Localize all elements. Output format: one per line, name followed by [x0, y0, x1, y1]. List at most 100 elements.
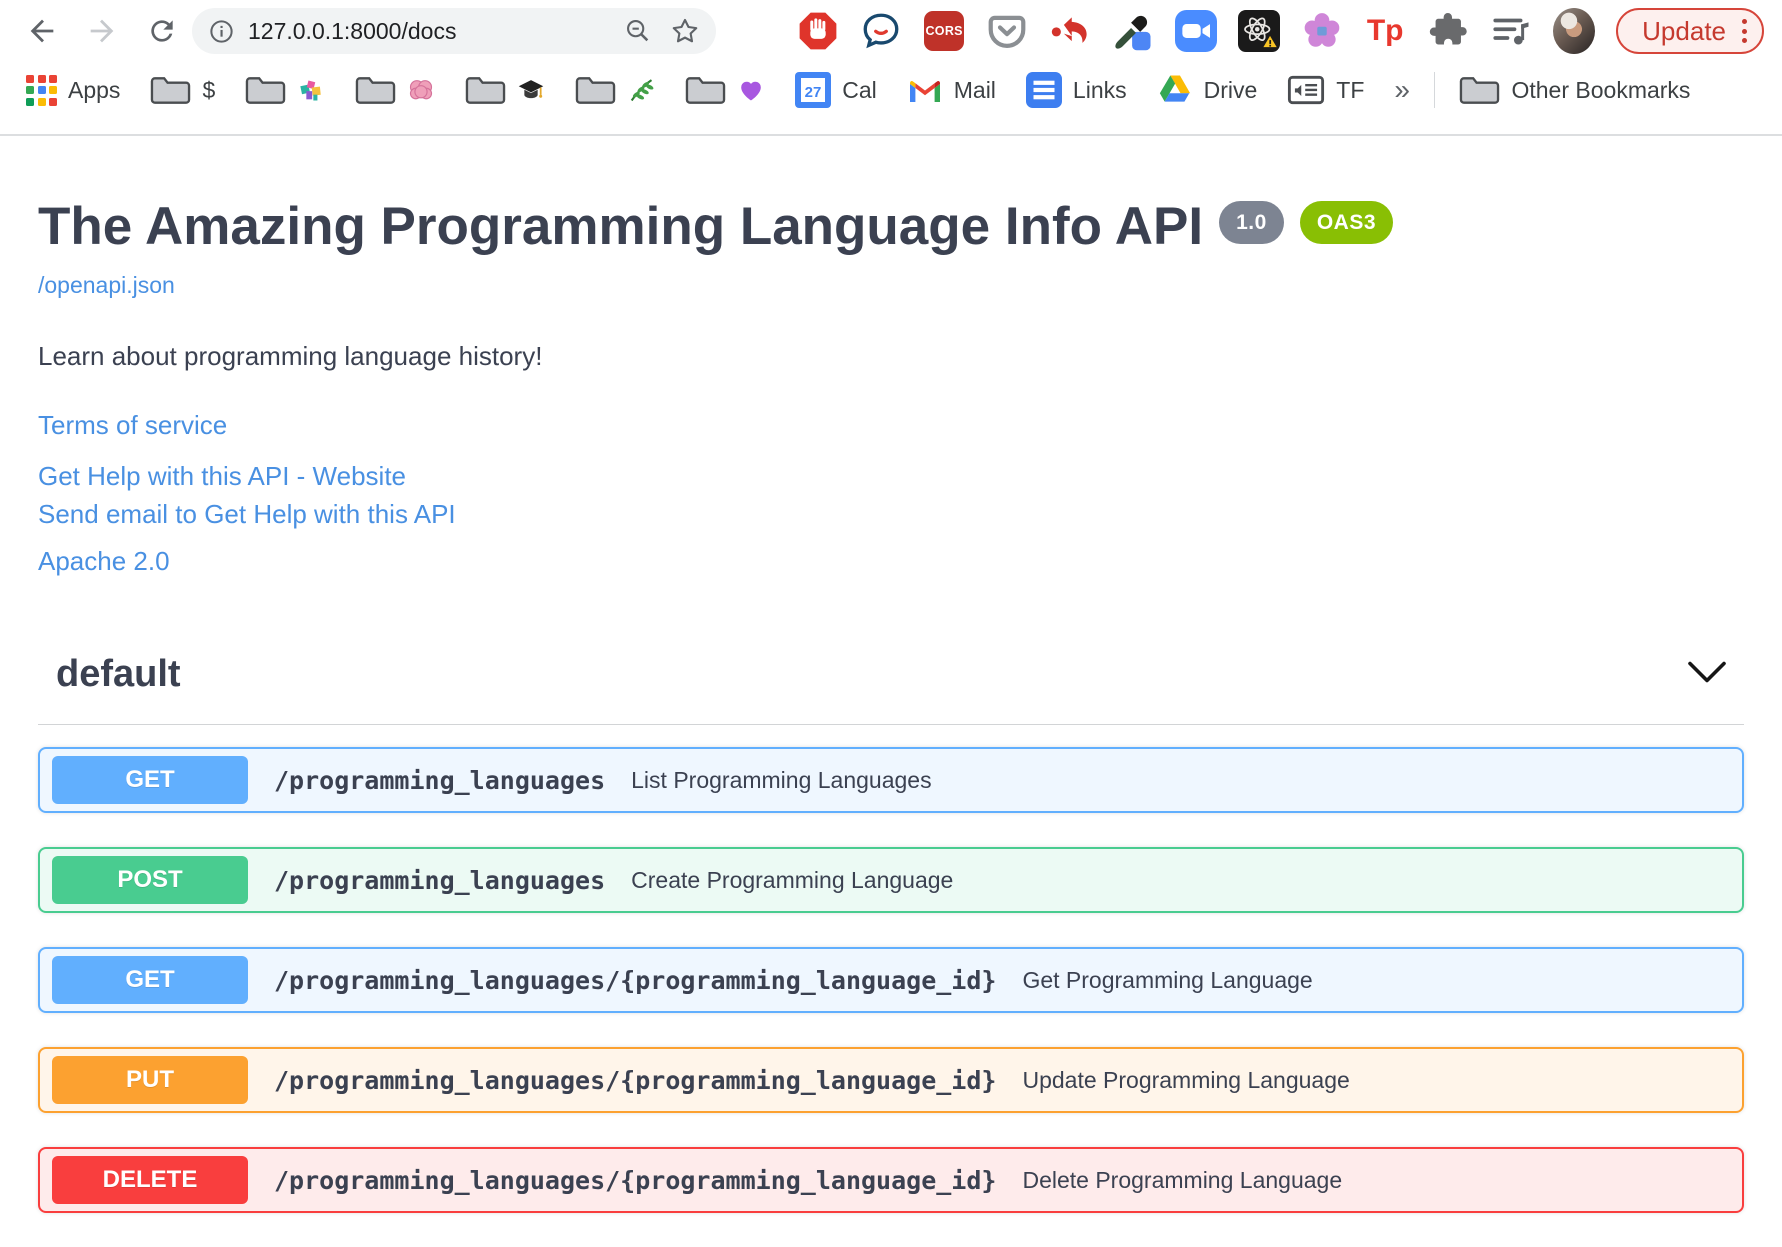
- bookmark-folder-graduation[interactable]: [465, 74, 545, 106]
- other-bookmarks[interactable]: Other Bookmarks: [1459, 74, 1690, 106]
- playlist-icon[interactable]: [1490, 10, 1532, 52]
- swagger-ui: The Amazing Programming Language Info AP…: [0, 135, 1782, 1247]
- folder-icon: [246, 77, 286, 104]
- cors-extension-icon[interactable]: CORS: [923, 10, 965, 52]
- operation-row[interactable]: GET /programming_languages/{programming_…: [38, 947, 1744, 1014]
- bookmark-apps[interactable]: Apps: [26, 74, 120, 106]
- update-label: Update: [1642, 15, 1726, 46]
- gmail-icon: [909, 81, 940, 102]
- purple-heart-icon: [741, 81, 762, 101]
- bookmark-folder-brain[interactable]: [355, 74, 435, 106]
- openapi-spec-link[interactable]: /openapi.json: [38, 272, 175, 299]
- method-badge: POST: [52, 856, 248, 905]
- tp-label: Tp: [1366, 14, 1404, 47]
- tag-section-header[interactable]: default: [38, 653, 1744, 726]
- stop-hand-extension-icon[interactable]: [797, 10, 839, 52]
- back-button[interactable]: [24, 13, 60, 49]
- update-button[interactable]: Update: [1616, 8, 1764, 54]
- herb-icon: [631, 79, 654, 102]
- info-icon[interactable]: [208, 18, 235, 45]
- puzzle-extensions-icon[interactable]: [1427, 10, 1469, 52]
- operation-summary: Delete Programming Language: [1022, 1166, 1343, 1193]
- operation-summary: List Programming Languages: [631, 766, 932, 793]
- address-bar[interactable]: 127.0.0.1:8000/docs: [192, 8, 716, 54]
- reload-button[interactable]: [144, 13, 180, 49]
- bookmark-drive[interactable]: Drive: [1157, 74, 1257, 106]
- method-badge: PUT: [52, 1056, 248, 1105]
- folder-icon: [1460, 77, 1500, 104]
- tf-card-icon: [1288, 75, 1325, 105]
- bookmarks-divider: [1433, 72, 1436, 108]
- chevron-down-icon: [1688, 661, 1726, 683]
- operation-path: /programming_languages/{programming_lang…: [274, 1065, 997, 1095]
- operation-row[interactable]: DELETE /programming_languages/{programmi…: [38, 1147, 1744, 1214]
- svg-text:27: 27: [805, 84, 822, 101]
- page-title: The Amazing Programming Language Info AP…: [38, 195, 1744, 259]
- forward-icon: [90, 19, 114, 43]
- operation-path: /programming_languages: [274, 865, 606, 895]
- google-calendar-icon: 27: [795, 72, 832, 108]
- operation-row[interactable]: POST /programming_languages Create Progr…: [38, 847, 1744, 914]
- operations-list: GET /programming_languages List Programm…: [38, 747, 1744, 1214]
- operation-summary: Update Programming Language: [1022, 1066, 1350, 1093]
- contact-website-link[interactable]: Get Help with this API - Website: [38, 461, 1744, 492]
- folder-icon: [686, 77, 726, 104]
- api-description: Learn about programming language history…: [38, 341, 543, 372]
- operation-summary: Get Programming Language: [1022, 966, 1313, 993]
- operation-summary: Create Programming Language: [631, 866, 954, 893]
- oas3-badge: OAS3: [1299, 201, 1393, 245]
- license-link[interactable]: Apache 2.0: [38, 546, 1744, 577]
- bookmark-star-icon[interactable]: [670, 16, 700, 46]
- bookmark-links[interactable]: Links: [1025, 72, 1127, 108]
- operation-row[interactable]: PUT /programming_languages/{programming_…: [38, 1047, 1744, 1114]
- bookmark-tf[interactable]: TF: [1287, 74, 1364, 106]
- google-drive-icon: [1159, 75, 1190, 102]
- avatar: [1553, 8, 1596, 54]
- folder-icon: [576, 77, 616, 104]
- contact-email-link[interactable]: Send email to Get Help with this API: [38, 499, 1744, 530]
- chat-bubble-extension-icon[interactable]: [860, 10, 902, 52]
- folder-icon: [466, 77, 506, 104]
- operation-row[interactable]: GET /programming_languages List Programm…: [38, 747, 1744, 814]
- bookmarks-bar: Apps $ 27 Cal Mail Links Drive TF » Othe…: [0, 62, 1782, 118]
- tag-name: default: [56, 653, 181, 696]
- bookmark-calendar[interactable]: 27 Cal: [795, 72, 877, 108]
- version-badge: 1.0: [1219, 201, 1284, 245]
- tp-extension-icon[interactable]: Tp: [1364, 10, 1406, 52]
- url-text[interactable]: 127.0.0.1:8000/docs: [248, 18, 624, 45]
- apps-grid-icon: [26, 74, 57, 106]
- bookmark-folder-heart[interactable]: [685, 74, 765, 106]
- method-badge: GET: [52, 956, 248, 1005]
- more-menu-icon[interactable]: [1742, 19, 1747, 43]
- profile-avatar[interactable]: [1553, 8, 1596, 54]
- react-devtools-extension-icon[interactable]: [1238, 10, 1281, 52]
- zoom-video-extension-icon[interactable]: [1175, 10, 1218, 52]
- operation-path: /programming_languages/{programming_lang…: [274, 1165, 997, 1195]
- operation-path: /programming_languages: [274, 765, 606, 795]
- forward-button[interactable]: [84, 13, 120, 49]
- recycle-flower-extension-icon[interactable]: [1301, 10, 1343, 52]
- bookmark-folder-pinata[interactable]: [245, 74, 325, 106]
- bookmark-gmail[interactable]: Mail: [907, 75, 996, 105]
- folder-icon: [151, 77, 191, 104]
- collapse-section-button[interactable]: [1682, 656, 1732, 693]
- back-icon: [30, 19, 54, 43]
- dollar-icon: $: [202, 76, 216, 103]
- pinata-icon: [300, 80, 321, 101]
- bookmark-folder-herb[interactable]: [575, 74, 655, 106]
- color-picker-extension-icon[interactable]: [1112, 10, 1154, 52]
- cors-label: CORS: [924, 11, 965, 51]
- terms-of-service-link[interactable]: Terms of service: [38, 410, 1744, 441]
- folder-icon: [356, 77, 396, 104]
- pocket-extension-icon[interactable]: [986, 10, 1028, 52]
- reload-icon: [151, 20, 173, 42]
- browser-toolbar: 127.0.0.1:8000/docs CORS Tp Update: [0, 0, 1782, 62]
- graduation-cap-icon: [518, 80, 544, 99]
- method-badge: GET: [52, 756, 248, 805]
- bookmarks-overflow-chevron[interactable]: »: [1394, 74, 1410, 106]
- red-arrow-extension-icon[interactable]: [1049, 10, 1091, 52]
- zoom-out-icon[interactable]: [624, 17, 652, 45]
- bookmark-folder-dollar[interactable]: $: [150, 74, 215, 106]
- method-badge: DELETE: [52, 1156, 248, 1205]
- brain-icon: [410, 80, 433, 100]
